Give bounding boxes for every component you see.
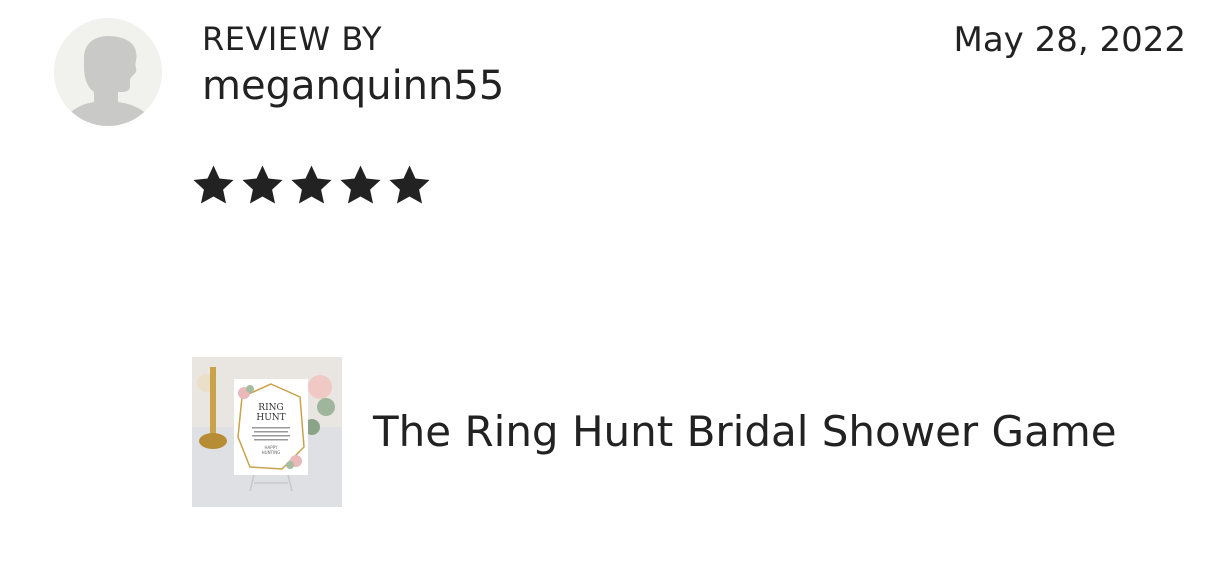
listing-title-link[interactable]: The Ring Hunt Bridal Shower Game bbox=[373, 407, 1117, 457]
ring-hunt-sign-image: RING HUNT HAPPY HUNTING bbox=[192, 357, 342, 507]
thumbnail-footer-line2: HUNTING bbox=[262, 450, 281, 455]
reviewer-username: meganquinn55 bbox=[202, 63, 505, 109]
review-date: May 28, 2022 bbox=[953, 20, 1186, 60]
star-icon bbox=[291, 165, 332, 204]
default-user-avatar-icon bbox=[54, 18, 162, 126]
star-icon bbox=[193, 165, 234, 204]
thumbnail-heading-line1: RING bbox=[258, 403, 283, 413]
review-by-label: REVIEW BY bbox=[202, 20, 383, 58]
star-icon bbox=[242, 165, 283, 204]
star-icon bbox=[340, 165, 381, 204]
thumbnail-heading-line2: HUNT bbox=[256, 413, 285, 423]
star-icon bbox=[389, 165, 430, 204]
listing-thumbnail[interactable]: RING HUNT HAPPY HUNTING bbox=[192, 357, 342, 507]
star-rating bbox=[190, 162, 433, 209]
reviewer-avatar bbox=[54, 18, 162, 126]
